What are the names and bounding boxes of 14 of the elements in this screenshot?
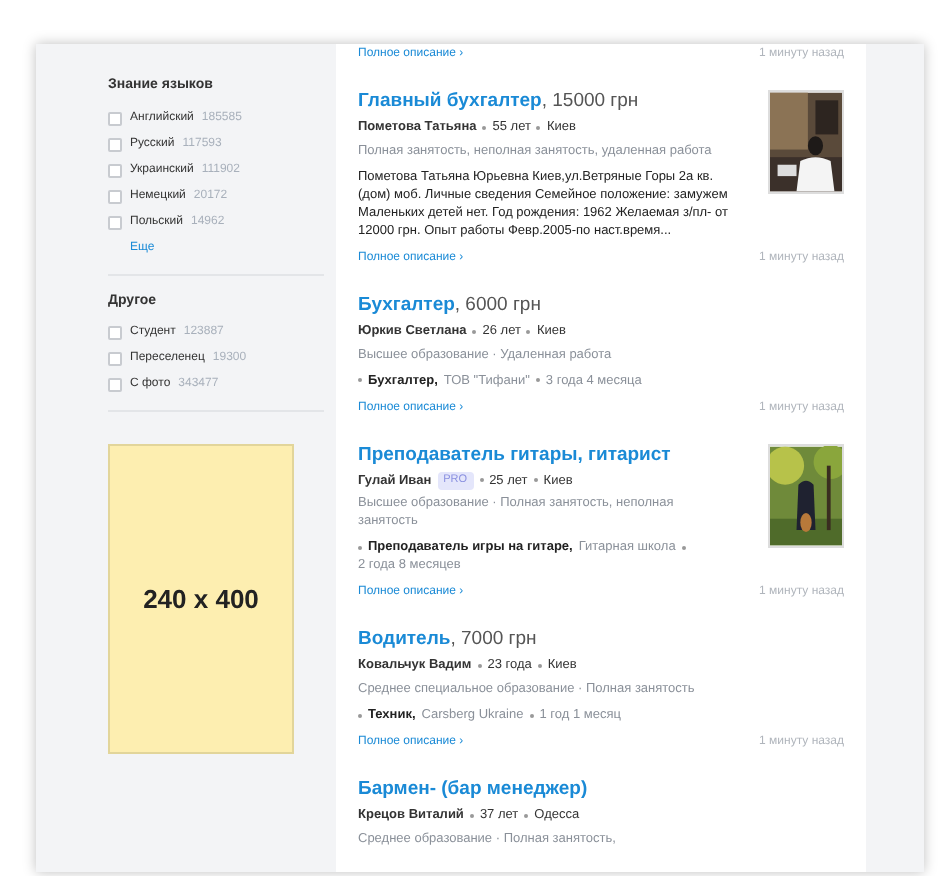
ad-placeholder-label: 240 x 400 [143, 581, 259, 618]
checkbox[interactable] [108, 378, 122, 392]
checkbox[interactable] [108, 111, 122, 125]
checkbox[interactable] [108, 352, 122, 366]
checkbox[interactable] [108, 189, 122, 203]
checkbox[interactable] [108, 163, 122, 177]
resume-title[interactable]: Преподаватель гитары, гитарист [358, 443, 728, 467]
checkbox[interactable] [108, 326, 122, 340]
resume-title[interactable]: Бармен- (бар менеджер) [358, 778, 816, 802]
resume-title[interactable]: Бухгалтер, 6000 грн [358, 293, 816, 318]
checkbox[interactable] [108, 215, 122, 229]
resume-title[interactable]: Главный бухгалтер, 15000 грн [358, 90, 728, 114]
resume-title[interactable]: Водитель, 7000 грн [358, 628, 816, 653]
checkbox[interactable] [108, 137, 122, 151]
